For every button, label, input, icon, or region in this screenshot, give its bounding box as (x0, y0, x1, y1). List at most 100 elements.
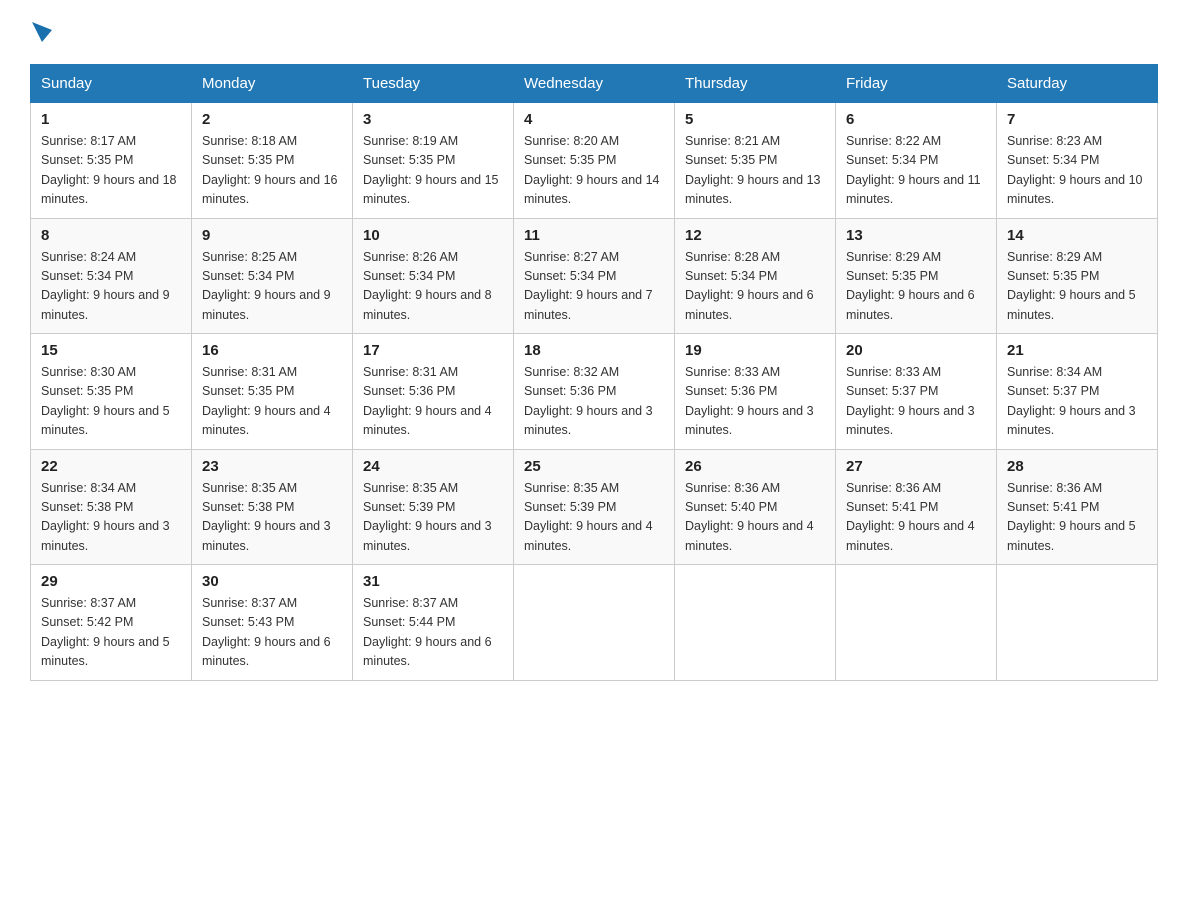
day-cell: 2Sunrise: 8:18 AMSunset: 5:35 PMDaylight… (192, 103, 353, 219)
day-number: 26 (685, 458, 825, 475)
day-info: Sunrise: 8:35 AMSunset: 5:39 PMDaylight:… (363, 479, 503, 557)
week-row-1: 1Sunrise: 8:17 AMSunset: 5:35 PMDaylight… (31, 103, 1158, 219)
day-cell: 4 Sunrise: 8:20 AMSunset: 5:35 PMDaylight… (514, 103, 675, 219)
day-cell: 26 Sunrise: 8:36 AMSunset: 5:40 PMDayligh… (675, 449, 836, 565)
day-number: 28 (1007, 458, 1147, 475)
logo-arrow-icon (32, 22, 54, 44)
day-info: Sunrise: 8:28 AMSunset: 5:34 PMDaylight:… (685, 248, 825, 326)
day-cell: 29 Sunrise: 8:37 AMSunset: 5:42 PMDayligh… (31, 565, 192, 681)
day-info: Sunrise: 8:32 AMSunset: 5:36 PMDaylight:… (524, 363, 664, 441)
day-info: Sunrise: 8:33 AMSunset: 5:37 PMDaylight:… (846, 363, 986, 441)
day-number: 19 (685, 342, 825, 359)
day-cell: 3 Sunrise: 8:19 AMSunset: 5:35 PMDaylight… (353, 103, 514, 219)
day-number: 16 (202, 342, 342, 359)
day-cell: 18 Sunrise: 8:32 AMSunset: 5:36 PMDayligh… (514, 334, 675, 450)
header-saturday: Saturday (997, 65, 1158, 103)
week-row-3: 15Sunrise: 8:30 AMSunset: 5:35 PMDayligh… (31, 334, 1158, 450)
day-number: 5 (685, 111, 825, 128)
day-info: Sunrise: 8:31 AMSunset: 5:35 PMDaylight:… (202, 363, 342, 441)
day-info: Sunrise: 8:36 AMSunset: 5:40 PMDaylight:… (685, 479, 825, 557)
day-cell: 6 Sunrise: 8:22 AMSunset: 5:34 PMDaylight… (836, 103, 997, 219)
day-info: Sunrise: 8:35 AMSunset: 5:38 PMDaylight:… (202, 479, 342, 557)
day-cell: 9Sunrise: 8:25 AMSunset: 5:34 PMDaylight… (192, 218, 353, 334)
day-info: Sunrise: 8:35 AMSunset: 5:39 PMDaylight:… (524, 479, 664, 557)
page-header (30, 20, 1158, 44)
day-number: 29 (41, 573, 181, 590)
day-cell (997, 565, 1158, 681)
day-cell: 25 Sunrise: 8:35 AMSunset: 5:39 PMDayligh… (514, 449, 675, 565)
day-number: 9 (202, 227, 342, 244)
calendar-table: SundayMondayTuesdayWednesdayThursdayFrid… (30, 64, 1158, 681)
header-monday: Monday (192, 65, 353, 103)
day-number: 11 (524, 227, 664, 244)
day-number: 7 (1007, 111, 1147, 128)
day-cell: 23Sunrise: 8:35 AMSunset: 5:38 PMDayligh… (192, 449, 353, 565)
day-cell: 24 Sunrise: 8:35 AMSunset: 5:39 PMDayligh… (353, 449, 514, 565)
day-info: Sunrise: 8:17 AMSunset: 5:35 PMDaylight:… (41, 132, 181, 210)
day-info: Sunrise: 8:21 AMSunset: 5:35 PMDaylight:… (685, 132, 825, 210)
day-info: Sunrise: 8:37 AMSunset: 5:42 PMDaylight:… (41, 594, 181, 672)
day-number: 17 (363, 342, 503, 359)
week-row-4: 22Sunrise: 8:34 AMSunset: 5:38 PMDayligh… (31, 449, 1158, 565)
day-cell: 28 Sunrise: 8:36 AMSunset: 5:41 PMDayligh… (997, 449, 1158, 565)
day-info: Sunrise: 8:37 AMSunset: 5:43 PMDaylight:… (202, 594, 342, 672)
day-number: 15 (41, 342, 181, 359)
day-cell: 11Sunrise: 8:27 AMSunset: 5:34 PMDayligh… (514, 218, 675, 334)
day-cell: 19Sunrise: 8:33 AMSunset: 5:36 PMDayligh… (675, 334, 836, 450)
day-cell: 15Sunrise: 8:30 AMSunset: 5:35 PMDayligh… (31, 334, 192, 450)
header-friday: Friday (836, 65, 997, 103)
day-info: Sunrise: 8:34 AMSunset: 5:37 PMDaylight:… (1007, 363, 1147, 441)
day-cell: 12 Sunrise: 8:28 AMSunset: 5:34 PMDayligh… (675, 218, 836, 334)
day-number: 8 (41, 227, 181, 244)
week-row-2: 8 Sunrise: 8:24 AMSunset: 5:34 PMDaylight… (31, 218, 1158, 334)
day-cell: 27 Sunrise: 8:36 AMSunset: 5:41 PMDayligh… (836, 449, 997, 565)
day-info: Sunrise: 8:36 AMSunset: 5:41 PMDaylight:… (1007, 479, 1147, 557)
day-info: Sunrise: 8:20 AMSunset: 5:35 PMDaylight:… (524, 132, 664, 210)
day-cell: 17 Sunrise: 8:31 AMSunset: 5:36 PMDayligh… (353, 334, 514, 450)
day-cell: 16 Sunrise: 8:31 AMSunset: 5:35 PMDayligh… (192, 334, 353, 450)
logo (30, 20, 54, 44)
day-cell: 7Sunrise: 8:23 AMSunset: 5:34 PMDaylight… (997, 103, 1158, 219)
day-number: 18 (524, 342, 664, 359)
day-cell: 21 Sunrise: 8:34 AMSunset: 5:37 PMDayligh… (997, 334, 1158, 450)
day-info: Sunrise: 8:24 AMSunset: 5:34 PMDaylight:… (41, 248, 181, 326)
day-cell: 31 Sunrise: 8:37 AMSunset: 5:44 PMDayligh… (353, 565, 514, 681)
day-number: 6 (846, 111, 986, 128)
day-cell: 14 Sunrise: 8:29 AMSunset: 5:35 PMDayligh… (997, 218, 1158, 334)
day-number: 31 (363, 573, 503, 590)
day-info: Sunrise: 8:31 AMSunset: 5:36 PMDaylight:… (363, 363, 503, 441)
day-number: 27 (846, 458, 986, 475)
day-number: 25 (524, 458, 664, 475)
week-row-5: 29 Sunrise: 8:37 AMSunset: 5:42 PMDayligh… (31, 565, 1158, 681)
day-number: 24 (363, 458, 503, 475)
day-cell: 10Sunrise: 8:26 AMSunset: 5:34 PMDayligh… (353, 218, 514, 334)
day-number: 12 (685, 227, 825, 244)
day-number: 14 (1007, 227, 1147, 244)
day-info: Sunrise: 8:29 AMSunset: 5:35 PMDaylight:… (846, 248, 986, 326)
day-cell: 1Sunrise: 8:17 AMSunset: 5:35 PMDaylight… (31, 103, 192, 219)
day-cell: 8 Sunrise: 8:24 AMSunset: 5:34 PMDaylight… (31, 218, 192, 334)
header-thursday: Thursday (675, 65, 836, 103)
day-cell (836, 565, 997, 681)
day-number: 21 (1007, 342, 1147, 359)
day-number: 2 (202, 111, 342, 128)
header-sunday: Sunday (31, 65, 192, 103)
day-cell: 22Sunrise: 8:34 AMSunset: 5:38 PMDayligh… (31, 449, 192, 565)
day-info: Sunrise: 8:36 AMSunset: 5:41 PMDaylight:… (846, 479, 986, 557)
day-number: 4 (524, 111, 664, 128)
day-info: Sunrise: 8:29 AMSunset: 5:35 PMDaylight:… (1007, 248, 1147, 326)
day-cell (675, 565, 836, 681)
header-wednesday: Wednesday (514, 65, 675, 103)
day-cell (514, 565, 675, 681)
day-number: 3 (363, 111, 503, 128)
day-cell: 30Sunrise: 8:37 AMSunset: 5:43 PMDayligh… (192, 565, 353, 681)
day-cell: 13Sunrise: 8:29 AMSunset: 5:35 PMDayligh… (836, 218, 997, 334)
day-cell: 5 Sunrise: 8:21 AMSunset: 5:35 PMDaylight… (675, 103, 836, 219)
day-info: Sunrise: 8:22 AMSunset: 5:34 PMDaylight:… (846, 132, 986, 210)
day-number: 10 (363, 227, 503, 244)
day-info: Sunrise: 8:34 AMSunset: 5:38 PMDaylight:… (41, 479, 181, 557)
day-cell: 20Sunrise: 8:33 AMSunset: 5:37 PMDayligh… (836, 334, 997, 450)
calendar-header-row: SundayMondayTuesdayWednesdayThursdayFrid… (31, 65, 1158, 103)
day-info: Sunrise: 8:37 AMSunset: 5:44 PMDaylight:… (363, 594, 503, 672)
day-info: Sunrise: 8:19 AMSunset: 5:35 PMDaylight:… (363, 132, 503, 210)
